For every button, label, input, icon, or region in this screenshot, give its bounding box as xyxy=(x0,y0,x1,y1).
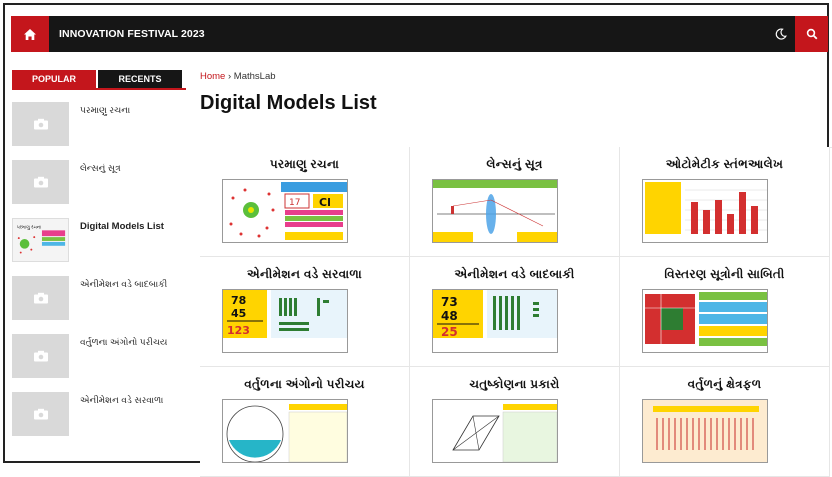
sidebar-item[interactable]: વર્તુળના અંગોનો પરીચય xyxy=(12,334,192,378)
breadcrumb-separator: › xyxy=(227,71,232,82)
model-card-title[interactable]: ઓટોમેટીક સ્તંભઆલેખ xyxy=(620,157,829,172)
page-title: Digital Models List xyxy=(200,92,377,114)
model-card[interactable]: ચતુષ્કોણના પ્રકારો xyxy=(410,367,620,477)
model-card[interactable]: ઓટોમેટીક સ્તંભઆલેખ xyxy=(620,147,830,257)
digital-models-thumbnail: પરમાણુ રચના xyxy=(12,218,69,262)
sidebar-tabs: POPULAR RECENTS xyxy=(12,70,186,90)
sidebar-item[interactable]: એનીમેશન વડે બાદબાકી xyxy=(12,276,192,320)
top-navbar: INNOVATION FESTIVAL 2023 xyxy=(11,16,828,52)
circle-parts-thumbnail[interactable] xyxy=(222,399,348,463)
tab-recents[interactable]: RECENTS xyxy=(98,70,182,88)
model-card[interactable]: એનીમેશન વડે બાદબાકી 73 48 25 xyxy=(410,257,620,367)
addition-animation-thumbnail[interactable]: 78 45 123 xyxy=(222,289,348,353)
expansion-formula-thumbnail[interactable] xyxy=(642,289,768,353)
element-symbol: Cl xyxy=(319,196,331,209)
model-card-title[interactable]: પરમાણુ રચના xyxy=(200,157,409,172)
quadrilateral-types-thumbnail[interactable] xyxy=(432,399,558,463)
breadcrumb-current: MathsLab xyxy=(233,71,276,82)
image-placeholder-icon xyxy=(12,392,69,436)
sidebar-item[interactable]: પરમાણુ રચના xyxy=(12,102,192,146)
model-card[interactable]: એનીમેશન વડે સરવાળા 78 45 123 xyxy=(200,257,410,367)
model-card-title[interactable]: એનીમેશન વડે બાદબાકી xyxy=(410,267,619,282)
model-card-title[interactable]: વર્તુળનું ક્ષેત્રફળ xyxy=(620,377,829,392)
lens-formula-thumbnail[interactable] xyxy=(432,179,558,243)
image-placeholder-icon xyxy=(12,334,69,378)
subtraction-animation-thumbnail[interactable]: 73 48 25 xyxy=(432,289,558,353)
model-card[interactable]: વર્તુળના અંગોનો પરીચય xyxy=(200,367,410,477)
sidebar-item[interactable]: એનીમેશન વડે સરવાળા xyxy=(12,392,192,436)
model-card[interactable]: લેન્સનું સૂત્ર xyxy=(410,147,620,257)
atom-structure-thumbnail[interactable]: 17 Cl xyxy=(222,179,348,243)
addend-2: 45 xyxy=(231,307,246,320)
sidebar-item-title[interactable]: લેન્સનું સૂત્ર xyxy=(80,163,121,174)
model-card-title[interactable]: ચતુષ્કોણના પ્રકારો xyxy=(410,377,619,392)
site-title[interactable]: INNOVATION FESTIVAL 2023 xyxy=(59,16,205,52)
sidebar-item-title[interactable]: પરમાણુ રચના xyxy=(80,105,130,116)
model-card[interactable]: વર્તુળનું ક્ષેત્રફળ xyxy=(620,367,830,477)
model-card-title[interactable]: લેન્સનું સૂત્ર xyxy=(410,157,619,172)
subtrahend: 48 xyxy=(441,309,458,323)
tab-popular[interactable]: POPULAR xyxy=(12,70,96,88)
model-card-title[interactable]: વિસ્તરણ સૂત્રોની સાબિતી xyxy=(620,267,829,282)
sidebar-item[interactable]: લેન્સનું સૂત્ર xyxy=(12,160,192,204)
breadcrumb: Home › MathsLab xyxy=(200,71,276,82)
moon-icon xyxy=(775,28,787,40)
image-placeholder-icon xyxy=(12,276,69,320)
atom-number: 17 xyxy=(289,198,300,208)
sidebar-item[interactable]: પરમાણુ રચના Digital Models List xyxy=(12,218,192,262)
sidebar-item-title[interactable]: એનીમેશન વડે બાદબાકી xyxy=(80,279,167,290)
circle-area-thumbnail[interactable] xyxy=(642,399,768,463)
sidebar-item-title[interactable]: Digital Models List xyxy=(80,221,164,232)
minuend: 73 xyxy=(441,295,458,309)
search-button[interactable] xyxy=(795,16,828,52)
image-placeholder-icon xyxy=(12,102,69,146)
model-card[interactable]: પરમાણુ રચના 17 Cl xyxy=(200,147,410,257)
home-button[interactable] xyxy=(11,16,49,52)
difference-result: 25 xyxy=(441,325,458,339)
addend-1: 78 xyxy=(231,294,246,307)
sum-result: 123 xyxy=(227,324,250,337)
search-icon xyxy=(806,28,817,40)
home-icon xyxy=(24,28,36,40)
thumbnail-label: પરમાણુ રચના xyxy=(17,225,41,230)
breadcrumb-home-link[interactable]: Home xyxy=(200,71,225,82)
model-card-title[interactable]: વર્તુળના અંગોનો પરીચય xyxy=(200,377,409,392)
bar-chart-thumbnail[interactable] xyxy=(642,179,768,243)
sidebar-item-title[interactable]: એનીમેશન વડે સરવાળા xyxy=(80,395,163,406)
dark-mode-toggle[interactable] xyxy=(769,16,793,52)
sidebar-item-title[interactable]: વર્તુળના અંગોનો પરીચય xyxy=(80,337,167,348)
image-placeholder-icon xyxy=(12,160,69,204)
model-card[interactable]: વિસ્તરણ સૂત્રોની સાબિતી xyxy=(620,257,830,367)
model-card-title[interactable]: એનીમેશન વડે સરવાળા xyxy=(200,267,409,282)
